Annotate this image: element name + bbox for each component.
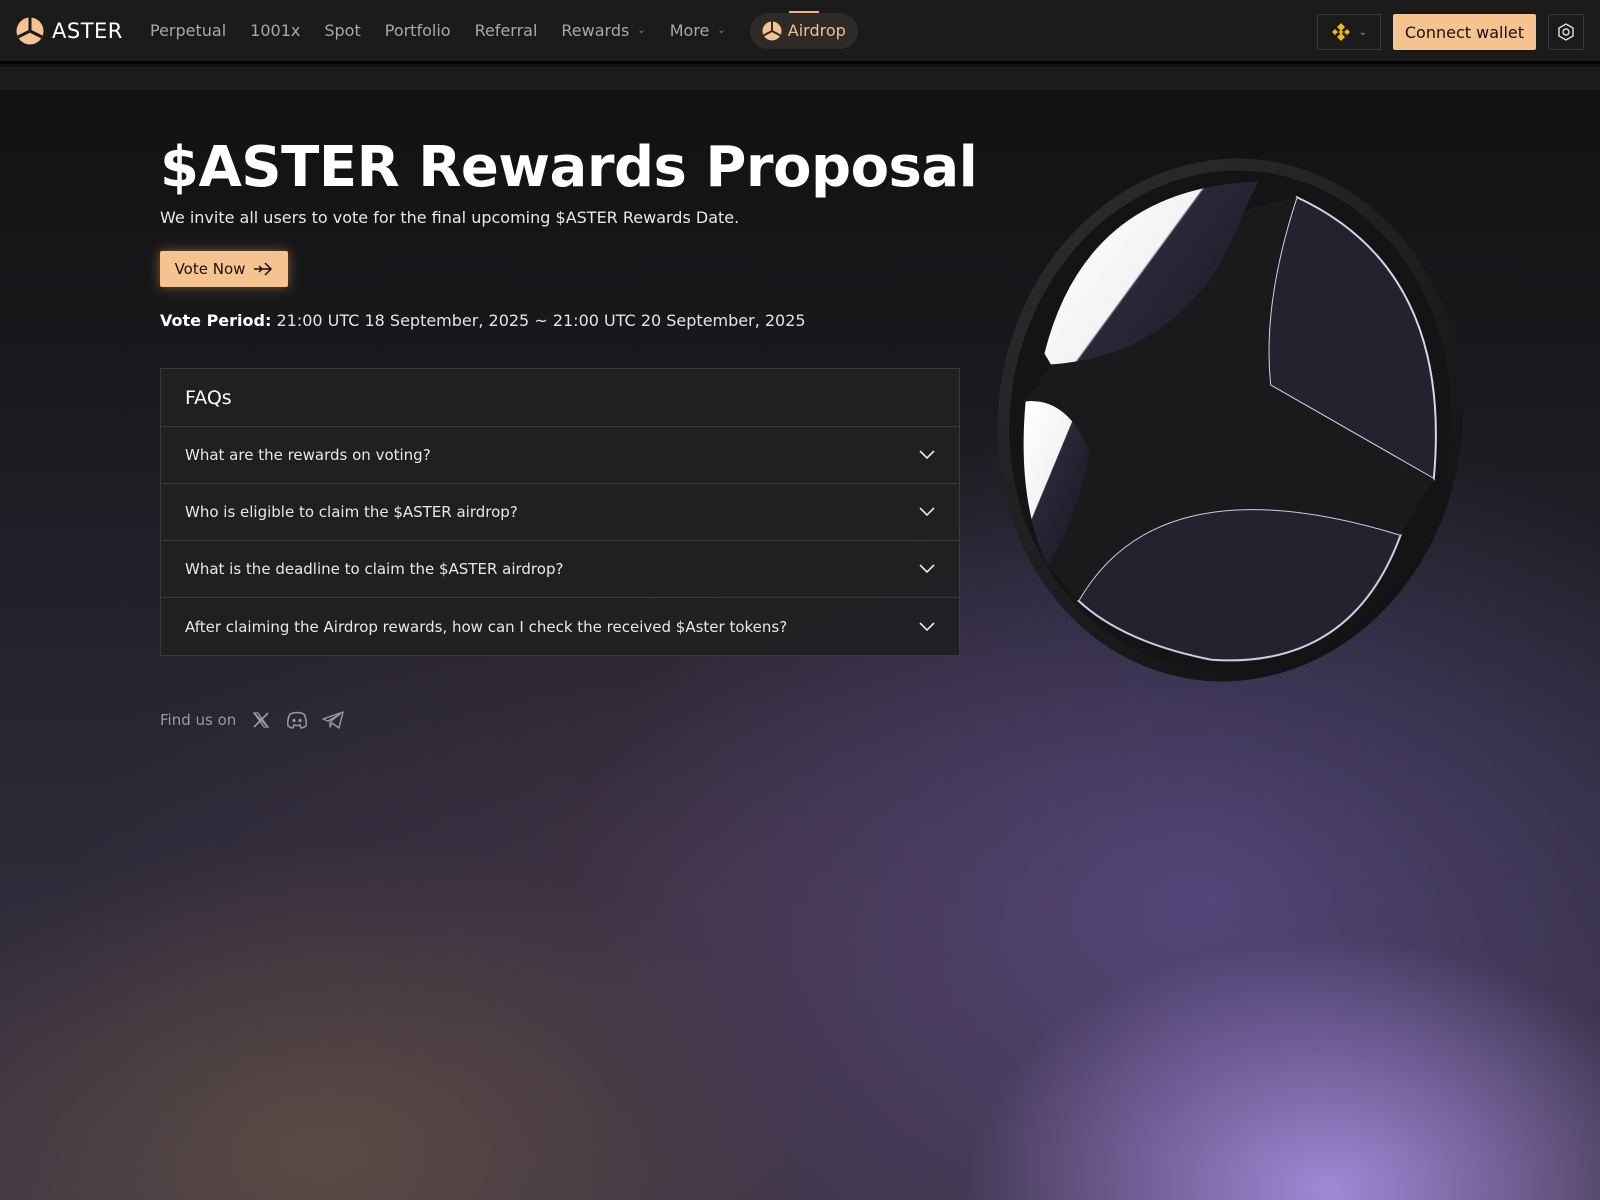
- chevron-down-icon: [919, 450, 935, 460]
- discord-icon[interactable]: [286, 709, 308, 731]
- sub-header-bar: [0, 67, 1600, 90]
- page-subtitle: We invite all users to vote for the fina…: [160, 208, 740, 227]
- page-title: $ASTER Rewards Proposal: [160, 135, 978, 200]
- chevron-down-icon: ⌄: [637, 25, 646, 36]
- bnb-chain-icon: [1331, 23, 1350, 41]
- nav-more-dropdown[interactable]: More ⌄: [670, 21, 726, 40]
- chevron-down-icon: [919, 564, 935, 574]
- nav-referral[interactable]: Referral: [475, 21, 538, 40]
- faq-item[interactable]: Who is eligible to claim the $ASTER aird…: [161, 484, 959, 541]
- connect-wallet-button[interactable]: Connect wallet: [1392, 14, 1536, 50]
- aster-coin-illustration: [997, 158, 1463, 682]
- settings-button[interactable]: [1548, 14, 1584, 50]
- nav-rewards-dropdown[interactable]: Rewards ⌄: [561, 21, 645, 40]
- nav-perpetual[interactable]: Perpetual: [150, 21, 226, 40]
- social-label: Find us on: [160, 711, 237, 729]
- aster-logo-icon: [16, 17, 44, 44]
- nav-portfolio[interactable]: Portfolio: [385, 21, 451, 40]
- vote-now-label: Vote Now: [174, 260, 246, 278]
- nav-label: Perpetual: [150, 21, 227, 40]
- faq-title: FAQs: [161, 369, 959, 427]
- main-nav: Perpetual 1001x Spot Portfolio Referral …: [150, 12, 858, 49]
- faq-item[interactable]: What are the rewards on voting?: [161, 427, 959, 484]
- settings-icon: [1558, 23, 1574, 41]
- social-links: Find us on: [160, 709, 358, 731]
- faq-question: Who is eligible to claim the $ASTER aird…: [185, 503, 518, 521]
- vote-now-button[interactable]: Vote Now: [160, 251, 288, 287]
- arrow-right-icon: [254, 262, 273, 276]
- chevron-down-icon: [919, 621, 935, 631]
- nav-label: 1001x: [250, 21, 301, 40]
- brand-name: ASTER: [52, 18, 123, 43]
- nav-label: Spot: [324, 21, 361, 40]
- chevron-down-icon: ⌄: [1358, 26, 1368, 38]
- vote-period-value: 21:00 UTC 18 September, 2025 ~ 21:00 UTC…: [271, 311, 806, 330]
- nav-1001x[interactable]: 1001x: [250, 21, 300, 40]
- faq-item[interactable]: After claiming the Airdrop rewards, how …: [161, 598, 959, 655]
- vote-period-label: Vote Period:: [160, 311, 272, 330]
- vote-period: Vote Period: 21:00 UTC 18 September, 202…: [160, 311, 960, 330]
- nav-label: More: [669, 21, 710, 40]
- faq-question: What are the rewards on voting?: [185, 446, 431, 464]
- top-navigation-bar: ASTER Perpetual 1001x Spot Portfolio Ref…: [0, 0, 1600, 64]
- chevron-down-icon: ⌄: [717, 25, 726, 36]
- faq-item[interactable]: What is the deadline to claim the $ASTER…: [161, 541, 959, 598]
- faq-question: After claiming the Airdrop rewards, how …: [185, 617, 788, 636]
- nav-airdrop[interactable]: Airdrop: [749, 12, 858, 49]
- faq-panel: FAQs What are the rewards on voting? Who…: [160, 368, 960, 656]
- hero-section: $ASTER Rewards Proposal We invite all us…: [160, 130, 978, 330]
- telegram-icon[interactable]: [322, 709, 344, 731]
- nav-spot[interactable]: Spot: [324, 21, 360, 40]
- chain-selector[interactable]: ⌄: [1316, 14, 1381, 50]
- nav-label: Portfolio: [384, 21, 451, 40]
- aster-logo-icon: [762, 21, 782, 40]
- nav-label: Rewards: [561, 21, 630, 40]
- nav-label: Referral: [474, 21, 538, 40]
- chevron-down-icon: [919, 507, 935, 517]
- header-controls: ⌄ Connect wallet: [1316, 14, 1584, 50]
- brand-logo[interactable]: ASTER: [16, 17, 136, 45]
- airdrop-label: Airdrop: [787, 21, 846, 40]
- x-icon[interactable]: [250, 709, 272, 731]
- faq-question: What is the deadline to claim the $ASTER…: [185, 560, 564, 578]
